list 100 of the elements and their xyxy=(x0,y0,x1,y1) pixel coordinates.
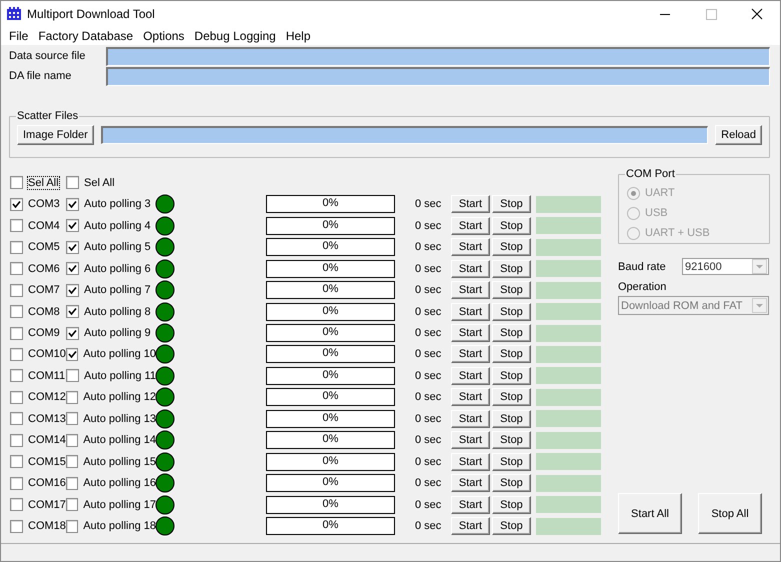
input-field[interactable] xyxy=(106,46,770,66)
start-button[interactable]: Start xyxy=(451,195,490,214)
stop-button[interactable]: Stop xyxy=(492,410,531,428)
checkbox[interactable] xyxy=(66,476,78,490)
checkbox-label[interactable]: Auto polling 7 xyxy=(84,284,151,296)
checkbox-label[interactable]: Auto polling 5 xyxy=(84,241,151,254)
stop-button[interactable]: Stop xyxy=(492,216,531,235)
start-button[interactable]: Start xyxy=(451,216,490,235)
start-button[interactable]: Start xyxy=(451,496,490,514)
stop-button[interactable]: Stop xyxy=(492,496,531,514)
checkbox-label[interactable]: Auto polling 15 xyxy=(83,456,156,468)
checkbox[interactable] xyxy=(66,262,79,276)
start-all-button[interactable]: Start All xyxy=(618,493,682,534)
checkbox[interactable] xyxy=(10,390,23,404)
checkbox-label[interactable]: Auto polling 12 xyxy=(83,391,156,404)
checkbox-label[interactable]: COM16 xyxy=(28,477,66,490)
checkbox[interactable] xyxy=(10,326,23,340)
start-button[interactable]: Start xyxy=(451,324,490,342)
checkbox[interactable] xyxy=(66,305,79,318)
start-button[interactable]: Start xyxy=(451,238,490,256)
checkbox-label[interactable]: COM3 xyxy=(28,198,60,210)
checkbox[interactable] xyxy=(66,219,79,232)
image-folder-button[interactable]: Image Folder xyxy=(17,125,94,145)
checkbox-label[interactable]: COM6 xyxy=(28,262,60,275)
input-field[interactable] xyxy=(106,66,770,86)
checkbox[interactable] xyxy=(66,176,79,190)
checkbox-label[interactable]: Auto polling 9 xyxy=(84,327,151,340)
checkbox-label[interactable]: Sel All xyxy=(28,176,59,189)
stop-button[interactable]: Stop xyxy=(492,517,531,536)
checkbox[interactable] xyxy=(10,219,23,232)
stop-button[interactable]: Stop xyxy=(492,345,531,364)
checkbox-label[interactable]: Auto polling 18 xyxy=(83,520,156,532)
stop-button[interactable]: Stop xyxy=(492,366,531,385)
start-button[interactable]: Start xyxy=(451,281,490,300)
checkbox-label[interactable]: Auto polling 4 xyxy=(84,220,151,232)
start-button[interactable]: Start xyxy=(451,410,490,428)
stop-button[interactable]: Stop xyxy=(492,195,531,214)
checkbox[interactable] xyxy=(66,240,79,254)
checkbox-label[interactable]: Auto polling 10 xyxy=(83,348,156,360)
checkbox[interactable] xyxy=(66,498,78,512)
checkbox-label[interactable]: Auto polling 14 xyxy=(83,434,156,446)
checkbox[interactable] xyxy=(10,348,23,361)
checkbox[interactable] xyxy=(10,305,23,318)
checkbox[interactable] xyxy=(10,434,23,447)
checkbox-label[interactable]: COM18 xyxy=(28,520,66,532)
stop-button[interactable]: Stop xyxy=(492,431,531,450)
checkbox[interactable] xyxy=(66,434,78,447)
stop-button[interactable]: Stop xyxy=(492,281,531,300)
checkbox[interactable] xyxy=(10,498,23,512)
checkbox[interactable] xyxy=(66,369,79,382)
checkbox[interactable] xyxy=(10,176,23,190)
checkbox[interactable] xyxy=(10,520,23,533)
checkbox-label[interactable]: Auto polling 8 xyxy=(84,306,151,318)
checkbox-label[interactable]: COM10 xyxy=(28,348,66,360)
reload-button[interactable]: Reload xyxy=(715,125,762,145)
start-button[interactable]: Start xyxy=(451,366,490,385)
input-field[interactable] xyxy=(100,126,708,144)
stop-button[interactable]: Stop xyxy=(492,238,531,256)
checkbox[interactable] xyxy=(10,240,23,254)
stop-button[interactable]: Stop xyxy=(492,324,531,342)
start-button[interactable]: Start xyxy=(451,452,490,471)
checkbox-label[interactable]: COM4 xyxy=(28,220,60,232)
checkbox-label[interactable]: Auto polling 6 xyxy=(84,262,151,275)
start-button[interactable]: Start xyxy=(451,302,490,321)
checkbox[interactable] xyxy=(66,520,78,533)
checkbox[interactable] xyxy=(66,455,78,468)
stop-all-button[interactable]: Stop All xyxy=(698,493,762,534)
checkbox[interactable] xyxy=(66,198,79,211)
start-button[interactable]: Start xyxy=(451,260,490,278)
checkbox[interactable] xyxy=(66,284,79,297)
checkbox-label[interactable]: Auto polling 17 xyxy=(83,498,156,511)
menu-item[interactable]: Options xyxy=(138,29,190,43)
checkbox-label[interactable]: Auto polling 13 xyxy=(83,412,156,425)
checkbox[interactable] xyxy=(10,262,23,276)
start-button[interactable]: Start xyxy=(451,345,490,364)
checkbox-label[interactable]: Auto polling 3 xyxy=(84,198,151,210)
start-button[interactable]: Start xyxy=(451,474,490,492)
stop-button[interactable]: Stop xyxy=(492,260,531,278)
checkbox-label[interactable]: Sel All xyxy=(84,176,115,189)
checkbox-label[interactable]: COM8 xyxy=(28,306,60,318)
dropdown[interactable]: 921600 xyxy=(682,258,769,275)
stop-button[interactable]: Stop xyxy=(492,388,531,406)
checkbox-label[interactable]: COM14 xyxy=(28,434,66,446)
stop-button[interactable]: Stop xyxy=(492,452,531,471)
checkbox-label[interactable]: COM17 xyxy=(28,498,66,511)
checkbox[interactable] xyxy=(10,198,23,211)
checkbox[interactable] xyxy=(66,348,78,361)
menu-item[interactable]: Factory Database xyxy=(33,29,138,43)
menu-item[interactable]: Debug Logging xyxy=(189,29,281,43)
menu-item[interactable]: Help xyxy=(280,29,316,43)
checkbox-label[interactable]: Auto polling 11 xyxy=(84,370,156,382)
checkbox[interactable] xyxy=(66,412,78,426)
checkbox-label[interactable]: Auto polling 16 xyxy=(83,477,156,490)
stop-button[interactable]: Stop xyxy=(492,474,531,492)
checkbox[interactable] xyxy=(66,326,79,340)
checkbox-label[interactable]: COM13 xyxy=(28,412,66,425)
checkbox[interactable] xyxy=(10,412,23,426)
start-button[interactable]: Start xyxy=(451,431,490,450)
checkbox-label[interactable]: COM5 xyxy=(28,241,60,254)
start-button[interactable]: Start xyxy=(451,388,490,406)
